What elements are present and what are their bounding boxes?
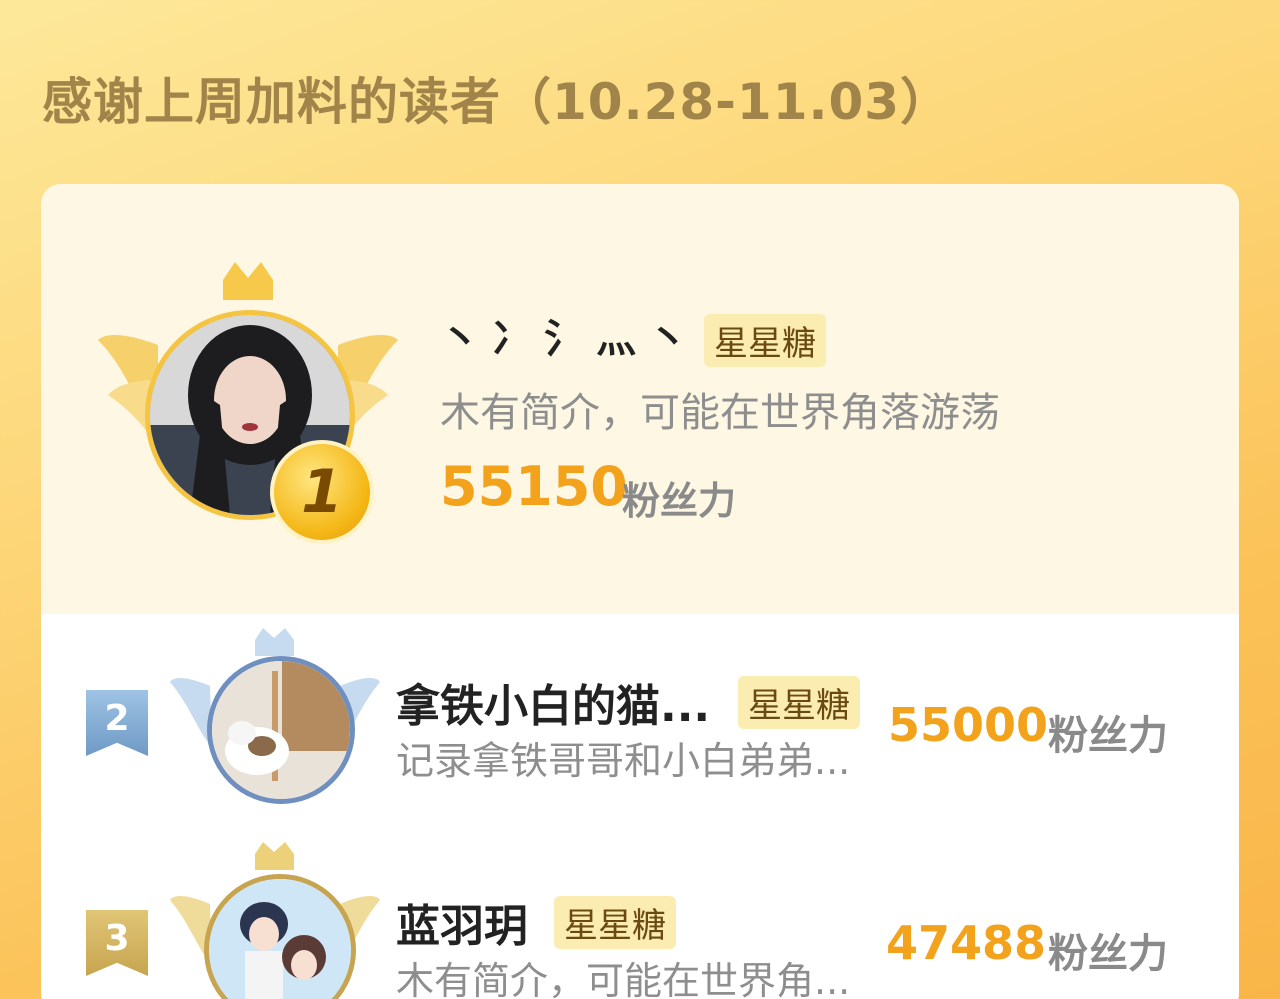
user-name[interactable]: 丶冫氵灬丶 [440, 306, 700, 364]
user-name[interactable]: 蓝羽玥 [396, 890, 528, 954]
user-badge: 星星糖 [704, 314, 826, 367]
avatar[interactable] [207, 656, 355, 804]
page-title: 感谢上周加料的读者（10.28-11.03） [42, 73, 952, 131]
fan-score: 55150 [440, 455, 628, 518]
user-intro: 记录拿铁哥哥和小白弟弟... [396, 739, 851, 783]
rank-1-medal: 1 [270, 440, 374, 544]
user-badge: 星星糖 [554, 896, 676, 949]
cat-photo-avatar-icon [212, 661, 350, 799]
fan-score-unit: 粉丝力 [622, 479, 737, 523]
user-intro: 木有简介，可能在世界角... [396, 959, 851, 999]
user-intro: 木有简介，可能在世界角落游荡 [440, 390, 1000, 436]
fan-score-unit: 粉丝力 [1048, 931, 1168, 977]
fan-score-unit: 粉丝力 [1048, 713, 1168, 759]
fan-score: 55000 [888, 698, 1049, 752]
anime-couple-avatar-icon [209, 879, 351, 999]
user-badge: 星星糖 [738, 676, 860, 729]
user-name[interactable]: 拿铁小白的猫... [396, 670, 710, 734]
fan-score: 47488 [886, 916, 1047, 970]
